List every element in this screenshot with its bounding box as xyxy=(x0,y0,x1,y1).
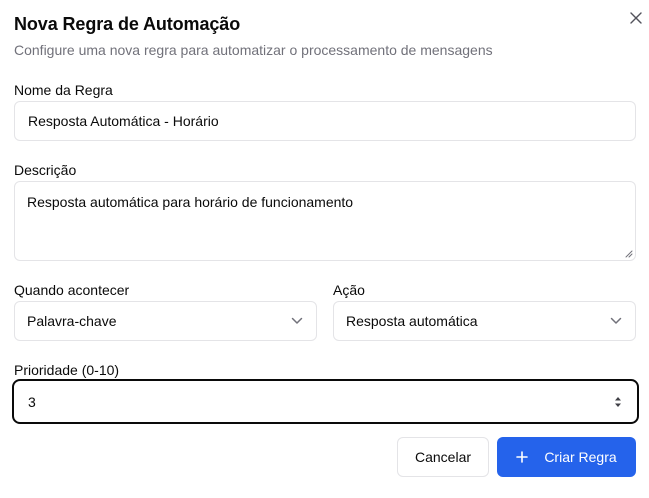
action-selected-value: Resposta automática xyxy=(346,313,478,329)
dialog-title: Nova Regra de Automação xyxy=(14,14,241,34)
dialog-subtitle: Configure uma nova regra para automatiza… xyxy=(14,42,493,58)
action-label: Ação xyxy=(333,282,365,298)
description-textarea[interactable]: Resposta automática para horário de func… xyxy=(14,181,636,261)
plus-icon xyxy=(516,451,529,463)
resize-handle-icon[interactable] xyxy=(624,249,633,258)
trigger-label: Quando acontecer xyxy=(14,282,130,298)
rule-name-input[interactable] xyxy=(14,101,636,141)
close-icon xyxy=(630,12,642,24)
trigger-selected-value: Palavra-chave xyxy=(27,313,117,329)
chevron-down-icon xyxy=(610,317,622,324)
priority-stepper[interactable] xyxy=(612,394,624,410)
create-rule-button[interactable]: Criar Regra xyxy=(497,437,636,477)
priority-label: Prioridade (0-10) xyxy=(14,362,120,378)
stepper-icon xyxy=(615,396,621,407)
cancel-button[interactable]: Cancelar xyxy=(397,437,489,477)
action-select[interactable]: Resposta automática xyxy=(333,301,636,341)
create-rule-label: Criar Regra xyxy=(544,449,617,465)
trigger-select[interactable]: Palavra-chave xyxy=(14,301,317,341)
close-button[interactable] xyxy=(626,8,646,28)
chevron-down-icon xyxy=(291,317,303,324)
rule-name-label: Nome da Regra xyxy=(14,82,113,98)
new-automation-rule-dialog: Nova Regra de Automação Configure uma no… xyxy=(0,0,649,498)
priority-field xyxy=(12,379,639,424)
description-label: Descrição xyxy=(14,162,77,178)
priority-input[interactable] xyxy=(28,393,588,410)
